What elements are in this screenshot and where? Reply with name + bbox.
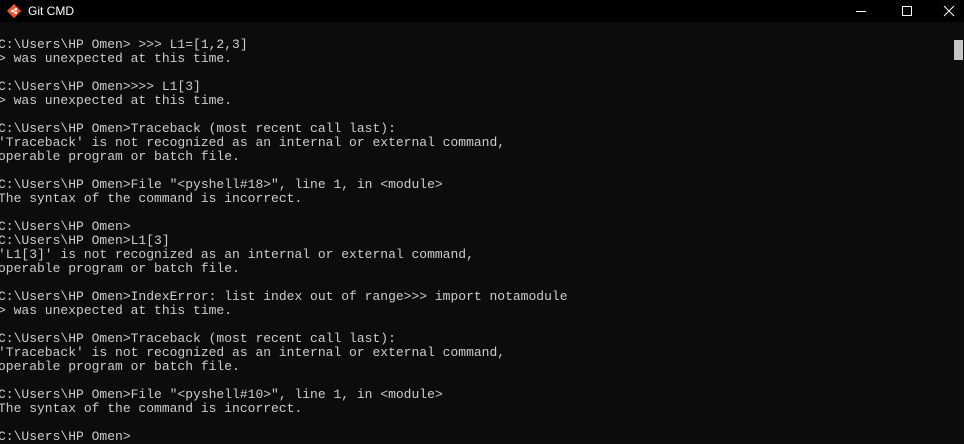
console-line: C:\Users\HP Omen>File "<pyshell#18>", li… — [0, 177, 443, 192]
console-line: > was unexpected at this time. — [0, 51, 233, 66]
console-output[interactable]: C:\Users\HP Omen> >>> L1=[1,2,3] > was un… — [0, 22, 952, 444]
console-line: C:\Users\HP Omen>Traceback (most recent … — [0, 331, 396, 346]
console-line: The syntax of the command is incorrect. — [0, 401, 303, 416]
console-line: C:\Users\HP Omen>File "<pyshell#10>", li… — [0, 387, 443, 402]
maximize-icon — [902, 6, 912, 16]
console-line: 'L1[3]' is not recognized as an internal… — [0, 247, 474, 262]
title-bar[interactable]: Git CMD — [0, 0, 964, 22]
console-line: operable program or batch file. — [0, 261, 240, 276]
close-icon — [943, 5, 955, 17]
console-lines: C:\Users\HP Omen> >>> L1=[1,2,3] > was un… — [0, 38, 568, 444]
maximize-button[interactable] — [884, 0, 930, 22]
scrollbar-thumb[interactable] — [954, 40, 963, 60]
git-diamond-icon — [6, 3, 22, 19]
close-button[interactable] — [926, 0, 964, 22]
console-line: C:\Users\HP Omen> — [0, 429, 131, 444]
console-line: > was unexpected at this time. — [0, 93, 233, 108]
minimize-icon — [856, 11, 866, 12]
console-line: C:\Users\HP Omen> >>> L1=[1,2,3] — [0, 37, 248, 52]
console-line: operable program or batch file. — [0, 149, 240, 164]
console-line: operable program or batch file. — [0, 359, 240, 374]
console-line: > was unexpected at this time. — [0, 303, 233, 318]
console-line: C:\Users\HP Omen>>>> L1[3] — [0, 79, 201, 94]
console-line: C:\Users\HP Omen>Traceback (most recent … — [0, 121, 396, 136]
window-title: Git CMD — [28, 4, 74, 18]
git-cmd-window: Git CMD C:\Users\HP Omen> >>> L1=[1,2,3]… — [0, 0, 964, 444]
minimize-button[interactable] — [838, 0, 884, 22]
console-line: C:\Users\HP Omen> — [0, 219, 131, 234]
console-line: 'Traceback' is not recognized as an inte… — [0, 345, 506, 360]
console-line: C:\Users\HP Omen>L1[3] — [0, 233, 170, 248]
console-line: 'Traceback' is not recognized as an inte… — [0, 135, 506, 150]
console-line: C:\Users\HP Omen>IndexError: list index … — [0, 289, 568, 304]
vertical-scrollbar[interactable] — [952, 22, 964, 444]
console-line: The syntax of the command is incorrect. — [0, 191, 303, 206]
